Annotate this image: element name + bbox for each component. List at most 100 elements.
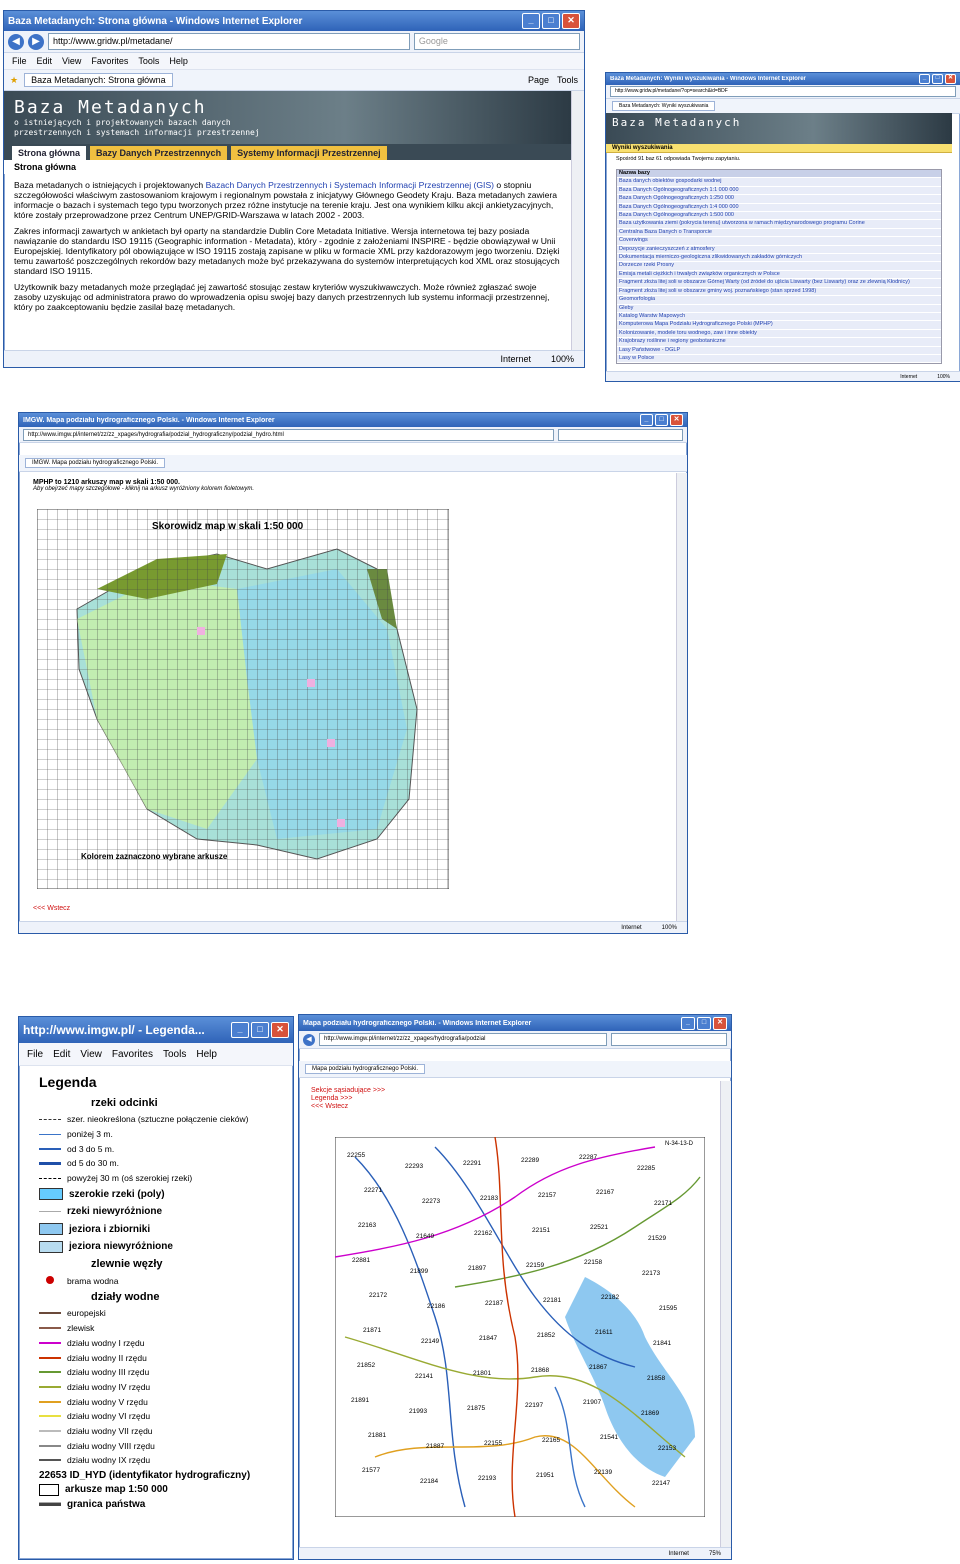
back-icon[interactable]: ◀ xyxy=(8,33,24,50)
window-metadata-home: Baza Metadanych: Strona główna - Windows… xyxy=(3,10,585,368)
url-field[interactable]: http://www.imgw.pl/internet/zz/zz_xpages… xyxy=(23,428,555,441)
menu-file[interactable]: File xyxy=(27,1049,43,1060)
result-item[interactable]: Fragment złoża litej soli w obszarze gmi… xyxy=(617,287,941,297)
menu-help[interactable]: Help xyxy=(196,1049,217,1060)
zoom-level[interactable]: 75% xyxy=(709,1551,721,1557)
hydro-id-label: 22291 xyxy=(463,1160,481,1167)
url-field[interactable]: http://www.gridw.pl/metadane/ xyxy=(48,33,410,50)
result-item[interactable]: Depozycje zanieczyszczeń z atmosfery xyxy=(617,245,941,255)
tab-spatial-info-systems[interactable]: Systemy Informacji Przestrzennej xyxy=(231,146,387,160)
search-input[interactable] xyxy=(610,1033,727,1046)
back-link[interactable]: <<< Wstecz xyxy=(311,1103,709,1111)
selected-sheet[interactable] xyxy=(337,819,345,827)
search-input[interactable] xyxy=(558,428,683,441)
banner-title: Baza Metadanych xyxy=(14,97,207,118)
maximize-icon[interactable]: □ xyxy=(932,74,943,84)
menu-tools[interactable]: Tools xyxy=(163,1049,186,1060)
browser-tab[interactable]: Mapa podziału hydrograficznego Polski. xyxy=(305,1064,426,1074)
tab-spatial-databases[interactable]: Bazy Danych Przestrzennych xyxy=(90,146,228,160)
result-item[interactable]: Baza Danych Ogólnogeograficznych 1:500 0… xyxy=(617,212,941,221)
menu-view[interactable]: View xyxy=(80,1049,102,1060)
minimize-icon[interactable]: _ xyxy=(231,1022,249,1038)
back-icon[interactable]: ◀ xyxy=(303,1033,315,1046)
result-item[interactable]: Centralna Baza Danych o Transporcie xyxy=(617,228,941,238)
menu-file[interactable]: File xyxy=(12,56,27,66)
menu-tools[interactable]: Tools xyxy=(138,56,159,66)
url-field[interactable]: http://www.imgw.pl/internet/zz/zz_xpages… xyxy=(319,1033,607,1046)
close-icon[interactable]: ✕ xyxy=(271,1022,289,1038)
index-map[interactable]: Skorowidz map w skali 1:50 000 Kolorem z… xyxy=(37,509,449,889)
result-item[interactable]: Lasy Państwowe - DGLP xyxy=(617,346,941,355)
result-item[interactable]: Katalog Warstw Mapowych xyxy=(617,312,941,322)
forward-icon[interactable]: ▶ xyxy=(28,33,44,50)
result-item[interactable]: Baza Danych Ogólnogeograficznych 1:4 000… xyxy=(617,203,941,213)
legend-item-divide: działu wodny VI rzędu xyxy=(39,1409,273,1424)
result-item[interactable]: Coverwings xyxy=(617,237,941,246)
zoom-level[interactable]: 100% xyxy=(662,925,677,931)
close-icon[interactable]: ✕ xyxy=(670,414,683,426)
page-menu[interactable]: Page xyxy=(528,75,549,85)
tab-home[interactable]: Strona główna xyxy=(12,146,87,160)
result-item[interactable]: Baza Danych Ogólnogeograficznych 1:250 0… xyxy=(617,195,941,204)
close-icon[interactable]: ✕ xyxy=(562,13,580,29)
scrollbar[interactable] xyxy=(676,473,687,921)
menu-edit[interactable]: Edit xyxy=(37,56,53,66)
tools-menu[interactable]: Tools xyxy=(557,75,578,85)
maximize-icon[interactable]: □ xyxy=(251,1022,269,1038)
selected-sheet[interactable] xyxy=(197,627,205,635)
maximize-icon[interactable]: □ xyxy=(655,414,668,426)
page-hint: Aby obejrzeć mapy szczegółowe - kliknij … xyxy=(33,486,255,492)
minimize-icon[interactable]: _ xyxy=(681,1016,695,1030)
result-item[interactable]: Gleby xyxy=(617,304,941,313)
close-icon[interactable]: ✕ xyxy=(945,74,956,84)
browser-tab[interactable]: Baza Metadanych: Strona główna xyxy=(24,73,173,87)
selected-sheet[interactable] xyxy=(327,739,335,747)
close-icon[interactable]: ✕ xyxy=(713,1016,727,1030)
menu-favorites[interactable]: Favorites xyxy=(91,56,128,66)
result-item[interactable]: Baza danych obiektów gospodarki wodnej xyxy=(617,178,941,187)
url-field[interactable]: http://www.gridw.pl/metadane/?op=search&… xyxy=(610,86,956,97)
browser-tab[interactable]: Baza Metadanych: Wyniki wyszukiwania xyxy=(612,101,716,111)
zoom-level[interactable]: 100% xyxy=(551,354,574,364)
hydro-id-label: 22171 xyxy=(654,1200,672,1207)
result-item[interactable]: Dokumentacja mierniczo-geologiczna zlikw… xyxy=(617,254,941,263)
menu-favorites[interactable]: Favorites xyxy=(112,1049,153,1060)
legend-item-river: szer. nieokreślona (sztuczne połączenie … xyxy=(39,1112,273,1127)
hydro-id-label: 21951 xyxy=(536,1472,554,1479)
result-item[interactable]: Krajobrazy roślinne i regiony geobotanic… xyxy=(617,338,941,347)
result-item[interactable]: Lasy w Polsce xyxy=(617,354,941,364)
result-item[interactable]: Emisja metali ciężkich i trwałych związk… xyxy=(617,270,941,280)
hydro-id-label: 21868 xyxy=(531,1367,549,1374)
menu-help[interactable]: Help xyxy=(169,56,188,66)
back-link[interactable]: <<< Wstecz xyxy=(33,905,70,913)
selected-sheet[interactable] xyxy=(307,679,315,687)
hydro-id-label: 22197 xyxy=(525,1402,543,1409)
gis-link[interactable]: Bazach Danych Przestrzennych i Systemach… xyxy=(206,180,494,190)
neighbour-sections-link[interactable]: Sekcje sąsiadujące >>> xyxy=(311,1087,709,1095)
menu-edit[interactable]: Edit xyxy=(53,1049,70,1060)
result-item[interactable]: Baza użytkowania ziemi (pokrycia terenu)… xyxy=(617,220,941,229)
divide-line-icon xyxy=(39,1459,61,1462)
minimize-icon[interactable]: _ xyxy=(640,414,653,426)
result-item[interactable]: Kolonizowanie, modele toru wodnego, zaw … xyxy=(617,329,941,339)
maximize-icon[interactable]: □ xyxy=(542,13,560,29)
scrollbar[interactable] xyxy=(720,1081,731,1547)
maximize-icon[interactable]: □ xyxy=(697,1016,711,1030)
result-item[interactable]: Dorzecze rzeki Prosny xyxy=(617,262,941,271)
status-bar: Internet 100% xyxy=(4,350,584,367)
scrollbar[interactable] xyxy=(571,91,584,351)
browser-tab[interactable]: IMGW. Mapa podziału hydrograficznego Pol… xyxy=(25,458,166,468)
legend-link[interactable]: Legenda >>> xyxy=(311,1095,709,1103)
detail-map[interactable]: N-34-13-D 22255 22293 22291 22289 22287 22285… xyxy=(335,1137,705,1517)
favorites-star-icon[interactable]: ★ xyxy=(10,75,18,86)
minimize-icon[interactable]: _ xyxy=(522,13,540,29)
result-item[interactable]: Baza Danych Ogólnogeograficznych 1:1 000… xyxy=(617,186,941,196)
result-item[interactable]: Fragment złoża litej soli w obszarze Gór… xyxy=(617,279,941,288)
search-input[interactable]: Google xyxy=(413,33,580,50)
menu-view[interactable]: View xyxy=(62,56,81,66)
legend-label: szer. nieokreślona (sztuczne połączenie … xyxy=(67,1114,249,1125)
zoom-level[interactable]: 100% xyxy=(937,374,950,380)
minimize-icon[interactable]: _ xyxy=(919,74,930,84)
result-item[interactable]: Geomorfologia xyxy=(617,296,941,305)
result-item[interactable]: Komputerowa Mapa Podziału Hydrograficzne… xyxy=(617,321,941,330)
